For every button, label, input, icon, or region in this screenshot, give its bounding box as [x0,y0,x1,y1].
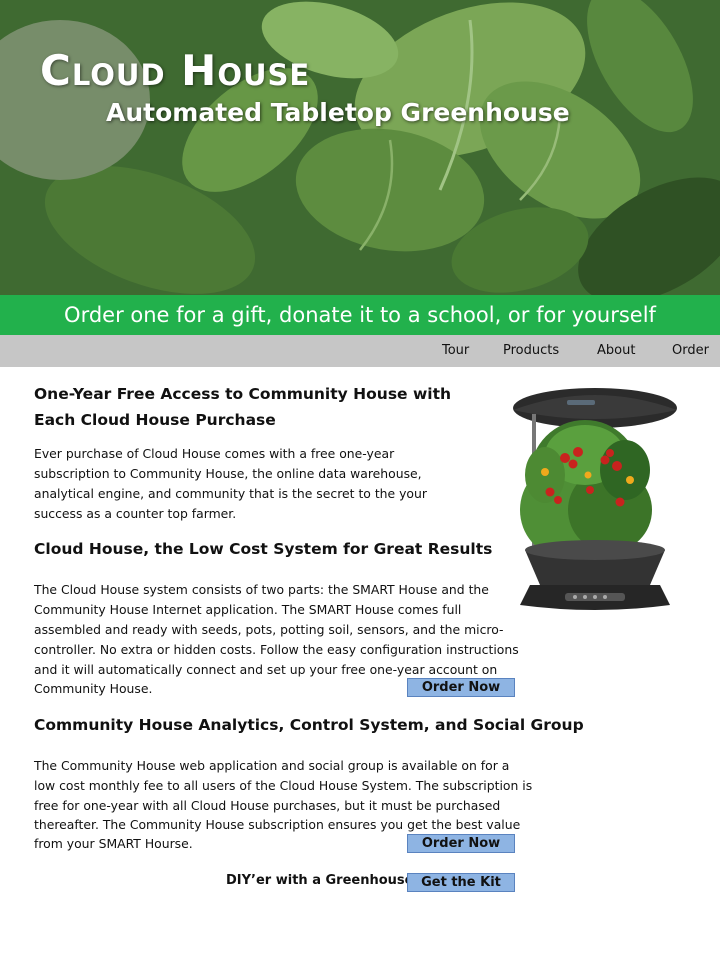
diy-label: DIY’er with a Greenhouse? [226,873,421,888]
paragraph-line: Community House. [34,681,153,696]
section-heading: Each Cloud House Purchase [34,411,276,429]
paragraph-line: and it will automatically connect and se… [34,662,498,677]
paragraph-line: Community House Internet application. Th… [34,602,462,617]
section-heading: Community House Analytics, Control Syste… [34,716,584,734]
paragraph-line: analytical engine, and community that is… [34,486,427,501]
promo-banner: Order one for a gift, donate it to a sch… [0,295,720,335]
brand-subtitle: Automated Tabletop Greenhouse [106,98,570,127]
greenhouse-product-image [513,388,677,610]
paragraph-line: assembled and ready with seeds, pots, po… [34,622,504,637]
section-heading: Cloud House, the Low Cost System for Gre… [34,540,493,558]
paragraph-line: success as a counter top farmer. [34,506,237,521]
paragraph-line: subscription to Community House, the onl… [34,466,422,481]
order-now-button[interactable]: Order Now [407,834,515,853]
order-now-button[interactable]: Order Now [407,678,515,697]
section-heading: One-Year Free Access to Community House … [34,385,452,403]
paragraph-line: thereafter. The Community House subscrip… [34,817,521,832]
paragraph-line: The Community House web application and … [34,758,510,773]
paragraph-line: The Cloud House system consists of two p… [34,582,489,597]
top-nav: Tour Products About Order [0,335,720,367]
paragraph-line: low cost monthly fee to all users of the… [34,778,533,793]
basil-leaves-image [0,0,720,295]
brand-title: Cloud House [40,46,311,95]
hero-banner: Cloud House Automated Tabletop Greenhous… [0,0,720,295]
nav-link-tour[interactable]: Tour [442,335,469,367]
nav-link-products[interactable]: Products [503,335,559,367]
paragraph-line: controller. No extra or hidden costs. Fo… [34,642,519,657]
paragraph-line: Ever purchase of Cloud House comes with … [34,446,395,461]
get-the-kit-button[interactable]: Get the Kit [407,873,515,892]
paragraph-line: from your SMART Hourse. [34,836,193,851]
nav-link-about[interactable]: About [597,335,635,367]
nav-link-order[interactable]: Order [672,335,709,367]
paragraph-line: free for one-year with all Cloud House p… [34,798,501,813]
